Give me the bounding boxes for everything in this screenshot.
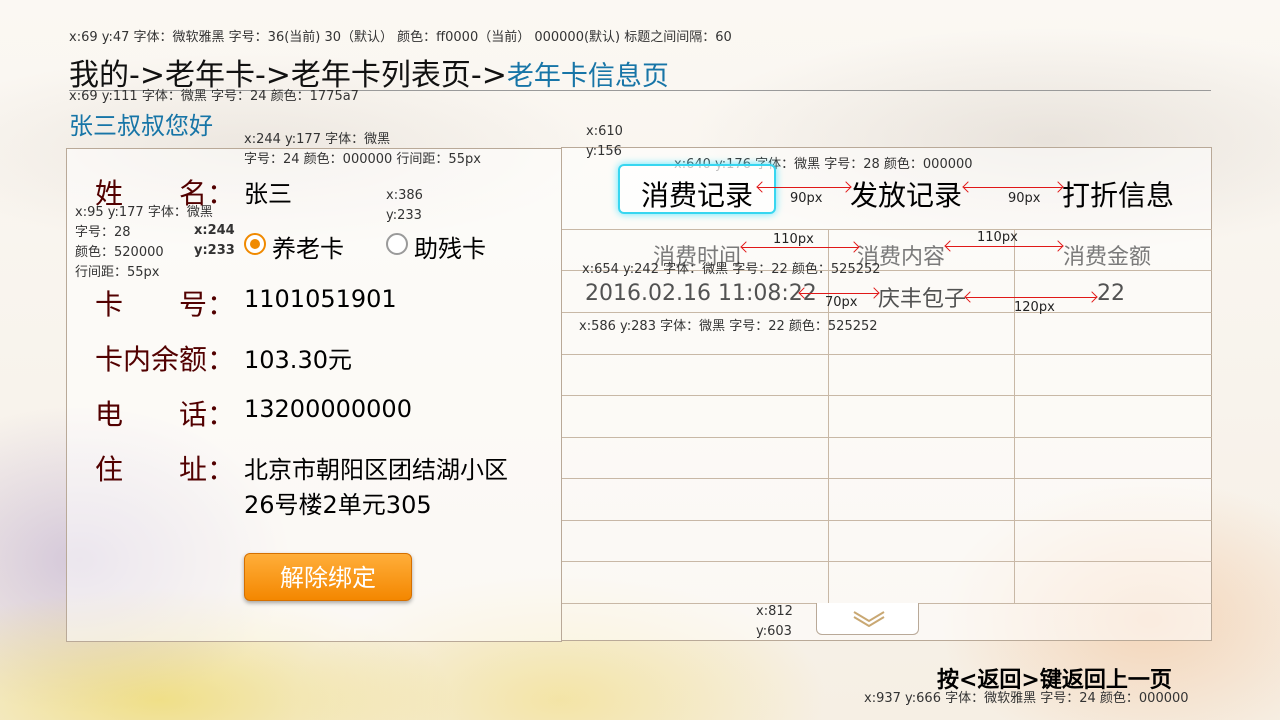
header-consumption-amount: 消费金额: [1063, 245, 1152, 270]
header-gap-label-2: 110px: [977, 230, 1018, 245]
row-gap-arrow-1: [800, 293, 878, 294]
header-gap-arrow-1: [742, 247, 858, 248]
tab-issue-records[interactable]: 发放记录: [850, 174, 962, 214]
breadcrumb-current: 老年卡信息页: [506, 61, 669, 92]
chevron-down-icon: [853, 611, 885, 627]
radio-pension-label: 养老卡: [272, 235, 344, 263]
row-spec-note-2: x:586 y:283 字体：微黑 字号：22 颜色：525252: [579, 319, 878, 334]
row-gap-arrow-2: [966, 297, 1096, 298]
down-y-note: y:603: [756, 624, 792, 639]
radio1-x-note: x:244: [194, 223, 235, 238]
row-spec-note-1: x:654 y:242 字体：微黑 字号：22 颜色：525252: [582, 262, 881, 277]
tab-discount-info[interactable]: 打折信息: [1062, 174, 1174, 214]
panel-x-note: x:610: [586, 124, 623, 139]
down-x-note: x:812: [756, 604, 793, 619]
value-spec-note-1: x:244 y:177 字体：微黑: [244, 132, 391, 147]
row-gap-label-2: 120px: [1014, 300, 1055, 315]
table-line: [562, 354, 1212, 355]
row-1-content: 庆丰包子: [878, 287, 967, 312]
table-line: [562, 437, 1212, 438]
title-spec-note: x:69 y:47 字体：微软雅黑 字号：36(当前) 30（默认） 颜色：ff…: [69, 30, 732, 45]
phone-label: 电 话：: [95, 398, 236, 431]
label-spec-spacing: 行间距：55px: [75, 265, 160, 280]
radio-pension-card[interactable]: [244, 233, 266, 255]
table-line: [562, 478, 1212, 479]
card-no-label: 卡 号：: [95, 288, 236, 321]
table-line: [562, 395, 1212, 396]
label-spec-pos: x:95 y:177 字体：微黑: [75, 205, 213, 220]
header-gap-arrow-2: [946, 246, 1062, 247]
row-1-time: 2016.02.16 11:08:22: [585, 281, 817, 306]
radio-disability-label: 助残卡: [414, 235, 486, 263]
phone-value: 13200000000: [244, 395, 412, 423]
table-line: [562, 520, 1212, 521]
balance-value: 103.30元: [244, 346, 352, 374]
tab-consumption-records[interactable]: 消费记录: [641, 174, 753, 214]
tab-gap-arrow-2: [964, 187, 1062, 188]
card-no-value: 1101051901: [244, 285, 397, 313]
address-line-1: 北京市朝阳区团结湖小区: [244, 456, 508, 484]
tab-gap-label-2: 90px: [1008, 191, 1041, 206]
footer-spec-note: x:937 y:666 字体：微软雅黑 字号：24 颜色：000000: [864, 691, 1189, 706]
name-value: 张三: [244, 180, 292, 208]
row-gap-label-1: 70px: [825, 295, 858, 310]
radio1-y-note: y:233: [194, 243, 235, 258]
greeting-spec-note: x:69 y:111 字体：微黑 字号：24 颜色：1775a7: [69, 89, 359, 104]
address-label: 住 址：: [95, 453, 236, 486]
scroll-down-button[interactable]: [816, 603, 919, 635]
value-spec-note-2: 字号：24 颜色：000000 行间距：55px: [244, 152, 481, 167]
unbind-button[interactable]: 解除绑定: [244, 553, 412, 601]
radio2-x-note: x:386: [386, 188, 423, 203]
table-col-divider: [828, 229, 829, 603]
radio-disability-card[interactable]: [386, 233, 408, 255]
table-line: [562, 229, 1212, 230]
tab-gap-arrow-1: [758, 187, 850, 188]
greeting-text: 张三叔叔您好: [69, 112, 213, 140]
label-spec-color: 颜色：520000: [75, 245, 164, 260]
address-line-2: 26号楼2单元305: [244, 491, 432, 519]
label-spec-size: 字号：28: [75, 225, 131, 240]
row-1-amount: 22: [1097, 281, 1125, 306]
panel-y-note: y:156: [586, 144, 622, 159]
tab-gap-label-1: 90px: [790, 191, 823, 206]
table-col-divider: [1014, 229, 1015, 603]
radio2-y-note: y:233: [386, 208, 422, 223]
header-gap-label-1: 110px: [773, 232, 814, 247]
table-line: [562, 561, 1212, 562]
records-panel: [561, 147, 1212, 641]
balance-label: 卡内余额：: [95, 343, 236, 376]
